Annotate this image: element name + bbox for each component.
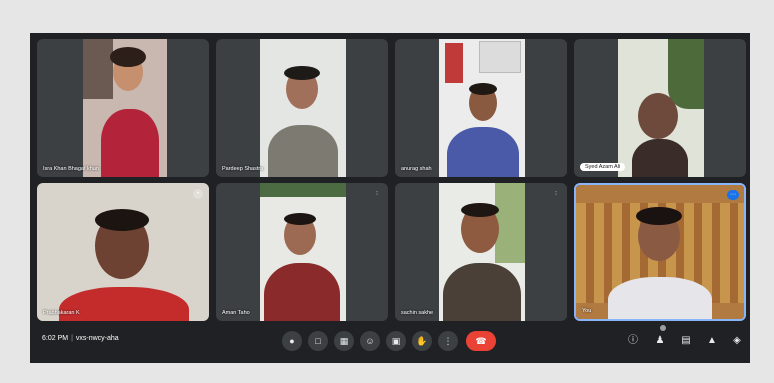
muted-icon: ∶	[555, 191, 557, 197]
participant-tile[interactable]: anurag shah	[395, 39, 567, 177]
meeting-code: vxs-nwcy-aha	[75, 335, 119, 342]
microphone-icon[interactable]: ●	[282, 331, 302, 351]
participant-tile[interactable]: • Prabhakaran K	[37, 183, 209, 321]
notification-badge	[660, 325, 666, 331]
participant-tile[interactable]: Pardeep Shastra	[216, 39, 388, 177]
captions-icon[interactable]: ▦	[334, 331, 354, 351]
participant-name: Pardeep Shastra	[222, 166, 264, 172]
chat-icon[interactable]: ▤	[678, 333, 694, 349]
participant-video	[576, 185, 744, 319]
people-icon[interactable]: ♟	[652, 333, 668, 349]
raise-hand-icon[interactable]: ✋	[412, 331, 432, 351]
participant-video	[260, 183, 346, 321]
participant-name: anurag shah	[401, 166, 432, 172]
participant-video	[439, 39, 525, 177]
activities-icon[interactable]: ▲	[704, 333, 720, 349]
control-bar: 6:02 PM | vxs-nwcy-aha ● □ ▦ ☺ ▣ ✋ ⋮ ☎ ⓘ ♟…	[30, 323, 750, 363]
host-controls-icon[interactable]: ◈	[729, 333, 745, 349]
participant-tile[interactable]: ∶ Aman Taho	[216, 183, 388, 321]
participant-name: sachin sakhe	[401, 310, 434, 316]
participant-name: You	[582, 308, 592, 314]
participant-name: Isra Khan Bhagat khan	[43, 166, 99, 172]
more-options-icon[interactable]: ⋮	[438, 331, 458, 351]
participant-tile[interactable]: Isra Khan Bhagat khan	[37, 39, 209, 177]
meeting-details-icon[interactable]: ⓘ	[625, 333, 641, 349]
separator: |	[71, 335, 73, 342]
participant-video	[260, 39, 346, 177]
participant-tile[interactable]: Syed Azam Ali	[574, 39, 746, 177]
participant-video	[83, 39, 167, 177]
participant-name: Prabhakaran K	[43, 310, 80, 316]
participant-tile-self[interactable]: ⋯ You	[574, 183, 746, 321]
participant-video	[37, 183, 209, 321]
meeting-window: Isra Khan Bhagat khan Pardeep Shastra an…	[30, 33, 750, 363]
meeting-info: 6:02 PM | vxs-nwcy-aha	[42, 335, 119, 342]
clock-time: 6:02 PM	[42, 335, 69, 342]
participant-video	[618, 39, 704, 177]
participant-video	[439, 183, 525, 321]
present-screen-icon[interactable]: ▣	[386, 331, 406, 351]
participant-name: Syed Azam Ali	[580, 163, 626, 171]
emoji-icon[interactable]: ☺	[360, 331, 380, 351]
muted-icon: •	[193, 189, 203, 199]
participant-name: Aman Taho	[222, 310, 250, 316]
participant-tile[interactable]: ∶ sachin sakhe	[395, 183, 567, 321]
muted-icon: ∶	[376, 191, 378, 197]
leave-call-button[interactable]: ☎	[466, 331, 496, 351]
speaking-indicator-icon: ⋯	[727, 190, 739, 200]
camera-icon[interactable]: □	[308, 331, 328, 351]
